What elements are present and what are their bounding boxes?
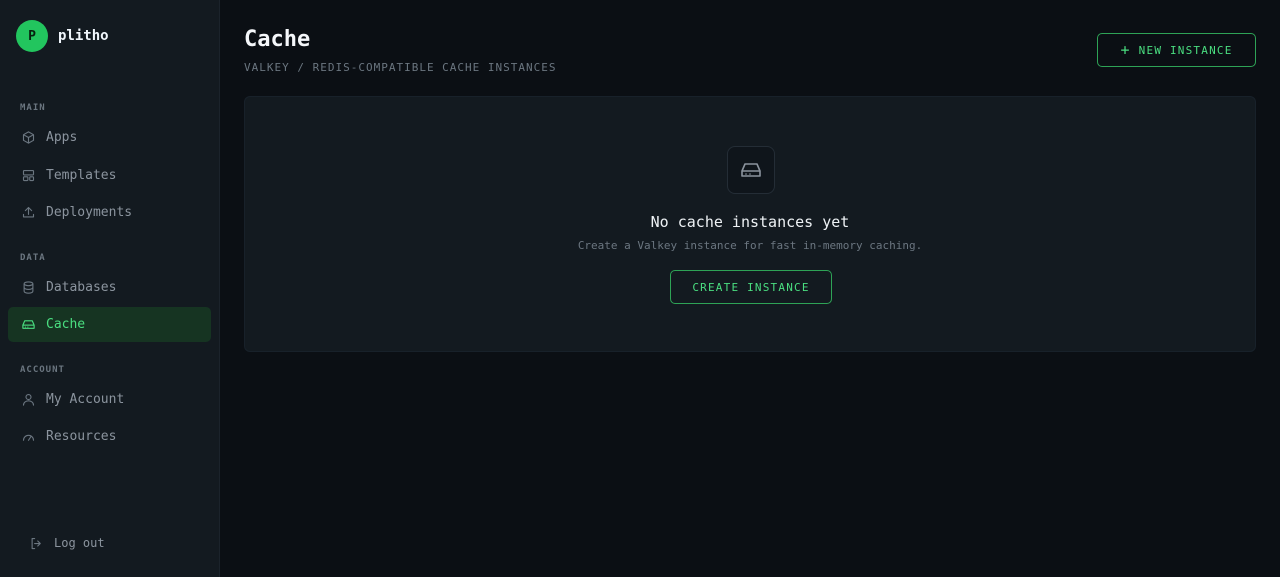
main-content: Cache VALKEY / REDIS-COMPATIBLE CACHE IN… — [220, 0, 1280, 577]
brand-avatar: P — [16, 20, 48, 52]
brand-name: plitho — [58, 28, 109, 44]
sidebar-item-label: Resources — [46, 429, 117, 444]
sidebar-item-resources[interactable]: Resources — [8, 419, 211, 454]
section-label-main: MAIN — [20, 103, 46, 113]
empty-state-description: Create a Valkey instance for fast in-mem… — [577, 239, 923, 252]
empty-state-title: No cache instances yet — [650, 213, 850, 231]
plus-icon: + — [1120, 40, 1131, 59]
section-label-data: DATA — [20, 253, 46, 263]
sidebar-item-templates[interactable]: Templates — [8, 158, 211, 193]
page-subtitle: VALKEY / REDIS-COMPATIBLE CACHE INSTANCE… — [244, 61, 557, 74]
cube-icon — [20, 130, 36, 146]
log-out-icon — [28, 535, 44, 551]
sidebar-item-label: Templates — [46, 168, 117, 183]
brand[interactable]: P plitho — [16, 20, 109, 52]
create-instance-button[interactable]: CREATE INSTANCE — [670, 270, 832, 304]
user-icon — [20, 392, 36, 408]
upload-icon — [20, 205, 36, 221]
sidebar: P plitho MAIN Apps Templates Deployments… — [0, 0, 220, 577]
app-root: P plitho MAIN Apps Templates Deployments… — [0, 0, 1280, 577]
sidebar-item-deployments[interactable]: Deployments — [8, 195, 211, 230]
layout-icon — [20, 168, 36, 184]
sidebar-item-label: Databases — [46, 280, 117, 295]
sidebar-item-databases[interactable]: Databases — [8, 270, 211, 305]
sidebar-item-label: My Account — [46, 392, 125, 407]
sidebar-item-my-account[interactable]: My Account — [8, 382, 211, 417]
sidebar-item-label: Cache — [46, 317, 86, 332]
database-icon — [20, 280, 36, 296]
hard-drive-icon — [727, 146, 775, 194]
hard-drive-icon — [20, 317, 36, 333]
sidebar-item-label: Deployments — [46, 205, 133, 220]
empty-state-card: No cache instances yet Create a Valkey i… — [244, 96, 1256, 352]
new-instance-button[interactable]: + NEW INSTANCE — [1097, 33, 1256, 67]
gauge-icon — [20, 429, 36, 445]
sidebar-item-cache[interactable]: Cache — [8, 307, 211, 342]
sidebar-item-label: Apps — [46, 130, 78, 145]
logout-button[interactable]: Log out — [28, 535, 105, 551]
page-title: Cache — [244, 27, 311, 52]
new-instance-label: NEW INSTANCE — [1138, 43, 1233, 57]
logout-label: Log out — [54, 536, 105, 550]
sidebar-item-apps[interactable]: Apps — [8, 120, 211, 155]
section-label-account: ACCOUNT — [20, 365, 65, 375]
